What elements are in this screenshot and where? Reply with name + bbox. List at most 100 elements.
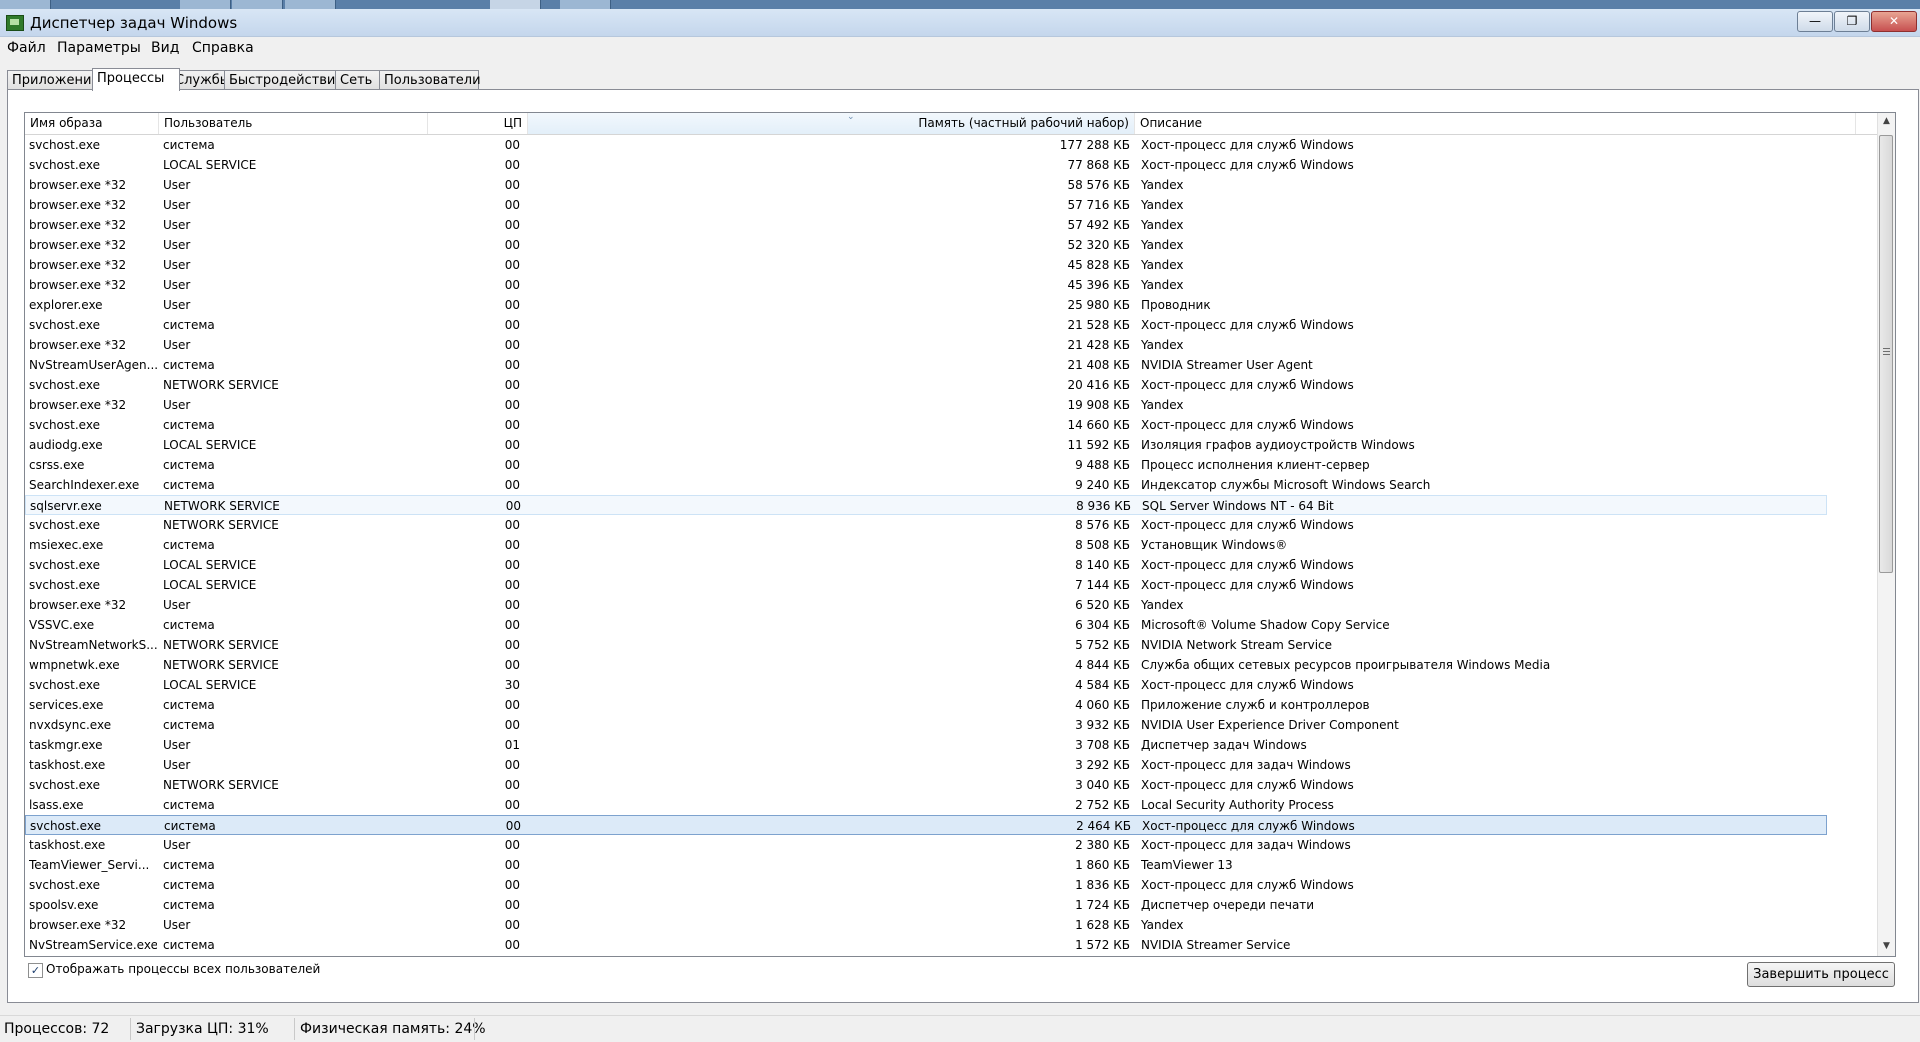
process-name: browser.exe *32 <box>29 918 127 932</box>
process-row[interactable]: audiodg.exe LOCAL SERVICE 00 11 592 КБ Изоля… <box>25 435 1827 455</box>
menu-view[interactable]: Вид <box>151 40 179 56</box>
taskbar-app-icon[interactable] <box>180 0 231 9</box>
process-row[interactable]: browser.exe *32 User 00 57 716 КБ Yandex <box>25 195 1827 215</box>
menu-file[interactable]: Файл <box>7 40 46 56</box>
tab-users[interactable]: Пользователи <box>379 70 481 90</box>
process-memory: 5 752 КБ <box>1075 638 1130 652</box>
process-name: svchost.exe <box>29 778 100 792</box>
process-row[interactable]: spoolsv.exe система 00 1 724 КБ Диспетчер оч… <box>25 895 1827 915</box>
process-name: svchost.exe <box>29 578 100 592</box>
column-header-cpu[interactable]: ЦП <box>428 113 528 134</box>
process-name: audiodg.exe <box>29 438 103 452</box>
process-row[interactable]: svchost.exe LOCAL SERVICE 30 4 584 КБ Хост-п… <box>25 675 1827 695</box>
column-header-memory[interactable]: Память (частный рабочий набор) <box>528 113 1135 134</box>
process-name: svchost.exe <box>29 558 100 572</box>
process-description: Проводник <box>1141 298 1211 312</box>
process-user: система <box>163 618 215 632</box>
tab-applications[interactable]: Приложения <box>7 70 101 90</box>
process-row[interactable]: VSSVC.exe система 00 6 304 КБ Microsoft® Vol… <box>25 615 1827 635</box>
process-row[interactable]: svchost.exe система 00 2 464 КБ Хост-процесс… <box>25 815 1827 835</box>
process-row[interactable]: sqlservr.exe NETWORK SERVICE 00 8 936 КБ SQL… <box>25 495 1827 515</box>
close-button[interactable]: ✕ <box>1871 11 1917 32</box>
process-description: Служба общих сетевых ресурсов проигрыват… <box>1141 658 1551 672</box>
process-row[interactable]: browser.exe *32 User 00 58 576 КБ Yandex <box>25 175 1827 195</box>
end-process-button[interactable]: Завершить процесс <box>1747 962 1895 987</box>
minimize-button[interactable]: — <box>1797 11 1833 32</box>
process-row[interactable]: svchost.exe LOCAL SERVICE 00 8 140 КБ Хост-п… <box>25 555 1827 575</box>
process-row[interactable]: csrss.exe система 00 9 488 КБ Процесс исполн… <box>25 455 1827 475</box>
process-row[interactable]: lsass.exe система 00 2 752 КБ Local Security… <box>25 795 1827 815</box>
scroll-up-arrow-icon[interactable]: ▲ <box>1878 113 1895 130</box>
column-header-user[interactable]: Пользователь <box>159 113 428 134</box>
process-description: Хост-процесс для служб Windows <box>1141 418 1354 432</box>
process-user: User <box>163 598 191 612</box>
vertical-scrollbar[interactable]: ▲ ▼ <box>1877 113 1895 956</box>
process-row[interactable]: TeamViewer_Servi... система 00 1 860 КБ Team… <box>25 855 1827 875</box>
process-row[interactable]: browser.exe *32 User 00 57 492 КБ Yandex <box>25 215 1827 235</box>
process-row[interactable]: svchost.exe система 00 1 836 КБ Хост-процесс… <box>25 875 1827 895</box>
process-user: User <box>163 218 191 232</box>
process-row[interactable]: msiexec.exe система 00 8 508 КБ Установщик W… <box>25 535 1827 555</box>
process-cpu: 01 <box>504 738 520 752</box>
process-row[interactable]: browser.exe *32 User 00 21 428 КБ Yandex <box>25 335 1827 355</box>
process-row[interactable]: svchost.exe NETWORK SERVICE 00 20 416 КБ Хос… <box>25 375 1827 395</box>
process-row[interactable]: browser.exe *32 User 00 19 908 КБ Yandex <box>25 395 1827 415</box>
process-row[interactable]: wmpnetwk.exe NETWORK SERVICE 00 4 844 КБ Слу… <box>25 655 1827 675</box>
process-user: User <box>163 198 191 212</box>
process-cpu: 00 <box>504 558 520 572</box>
process-row[interactable]: browser.exe *32 User 00 45 396 КБ Yandex <box>25 275 1827 295</box>
process-row[interactable]: NvStreamNetworkS... NETWORK SERVICE 00 5 75… <box>25 635 1827 655</box>
process-user: NETWORK SERVICE <box>163 778 279 792</box>
show-all-users-label[interactable]: Отображать процессы всех пользователей <box>46 962 320 976</box>
process-cpu: 00 <box>504 918 520 932</box>
process-row[interactable]: browser.exe *32 User 00 6 520 КБ Yandex <box>25 595 1827 615</box>
process-row[interactable]: svchost.exe система 00 14 660 КБ Хост-процес… <box>25 415 1827 435</box>
process-name: NvStreamService.exe <box>29 938 157 952</box>
process-row[interactable]: svchost.exe система 00 177 288 КБ Хост-проце… <box>25 135 1827 155</box>
process-user: система <box>164 819 216 833</box>
process-row[interactable]: browser.exe *32 User 00 52 320 КБ Yandex <box>25 235 1827 255</box>
tab-performance[interactable]: Быстродействие <box>224 70 344 90</box>
process-name: explorer.exe <box>29 298 103 312</box>
process-row[interactable]: svchost.exe NETWORK SERVICE 00 3 040 КБ Хост… <box>25 775 1827 795</box>
process-row[interactable]: taskmgr.exe User 01 3 708 КБ Диспетчер задач… <box>25 735 1827 755</box>
taskbar-app-icon[interactable] <box>232 0 283 9</box>
taskbar-app-icon[interactable] <box>490 0 541 9</box>
tab-processes[interactable]: Процессы <box>92 68 180 91</box>
process-row[interactable]: nvxdsync.exe система 00 3 932 КБ NVIDIA User… <box>25 715 1827 735</box>
taskbar-app-icon[interactable] <box>560 0 611 9</box>
process-cpu: 00 <box>505 499 521 513</box>
process-name: svchost.exe <box>29 518 100 532</box>
process-user: NETWORK SERVICE <box>163 378 279 392</box>
process-description: Хост-процесс для служб Windows <box>1141 878 1354 892</box>
process-row[interactable]: taskhost.exe User 00 3 292 КБ Хост-процесс д… <box>25 755 1827 775</box>
process-row[interactable]: taskhost.exe User 00 2 380 КБ Хост-процесс д… <box>25 835 1827 855</box>
process-cpu: 00 <box>504 138 520 152</box>
menu-help[interactable]: Справка <box>192 40 254 56</box>
process-description: Хост-процесс для служб Windows <box>1141 378 1354 392</box>
process-row[interactable]: browser.exe *32 User 00 1 628 КБ Yandex <box>25 915 1827 935</box>
process-row[interactable]: svchost.exe NETWORK SERVICE 00 8 576 КБ Хост… <box>25 515 1827 535</box>
process-row[interactable]: explorer.exe User 00 25 980 КБ Проводник <box>25 295 1827 315</box>
process-row[interactable]: NvStreamUserAgen... система 00 21 408 КБ NVI… <box>25 355 1827 375</box>
process-name: svchost.exe <box>29 678 100 692</box>
process-cpu: 00 <box>504 458 520 472</box>
scrollbar-thumb[interactable] <box>1879 135 1893 573</box>
process-list[interactable]: Имя образа Пользователь ЦП Память (частн… <box>24 112 1896 957</box>
process-row[interactable]: svchost.exe LOCAL SERVICE 00 7 144 КБ Хост-п… <box>25 575 1827 595</box>
scroll-down-arrow-icon[interactable]: ▼ <box>1878 938 1895 955</box>
taskbar-app-icon[interactable] <box>285 0 336 9</box>
maximize-button[interactable]: ❐ <box>1834 11 1870 32</box>
process-row[interactable]: browser.exe *32 User 00 45 828 КБ Yandex <box>25 255 1827 275</box>
process-row[interactable]: NvStreamService.exe система 00 1 572 КБ NVID… <box>25 935 1827 955</box>
column-header-image-name[interactable]: Имя образа <box>25 113 159 134</box>
process-row[interactable]: SearchIndexer.exe система 00 9 240 КБ Индекс… <box>25 475 1827 495</box>
process-row[interactable]: services.exe система 00 4 060 КБ Приложение … <box>25 695 1827 715</box>
column-header-description[interactable]: Описание <box>1135 113 1856 134</box>
process-row[interactable]: svchost.exe система 00 21 528 КБ Хост-процес… <box>25 315 1827 335</box>
menu-options[interactable]: Параметры <box>57 40 141 56</box>
process-name: browser.exe *32 <box>29 338 127 352</box>
process-row[interactable]: svchost.exe LOCAL SERVICE 00 77 868 КБ Хост-… <box>25 155 1827 175</box>
show-all-users-checkbox[interactable]: ✓ <box>28 963 43 978</box>
start-orb-icon[interactable] <box>0 0 51 9</box>
